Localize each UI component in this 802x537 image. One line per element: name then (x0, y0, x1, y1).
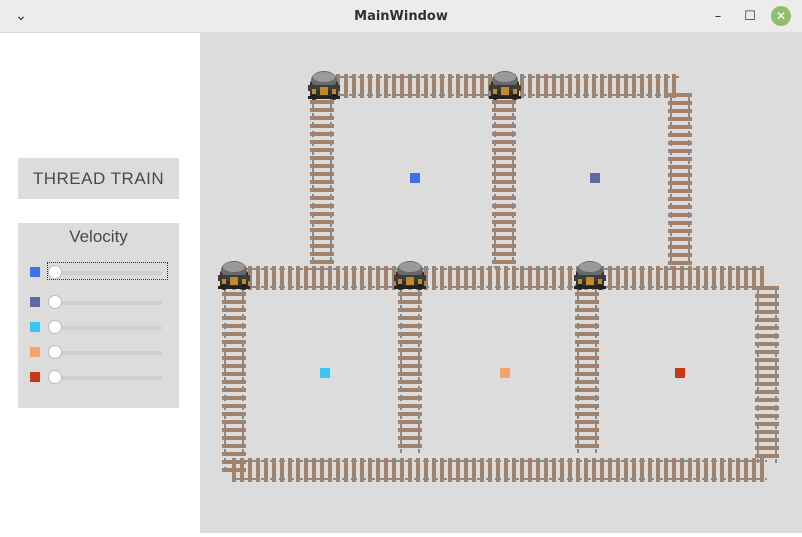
railway-map (218, 71, 779, 482)
track-canvas (200, 33, 802, 533)
chevron-down-icon[interactable]: ⌄ (10, 6, 32, 26)
minimize-icon[interactable]: – (707, 6, 729, 26)
rail-segment (755, 286, 779, 463)
maximize-icon[interactable]: ☐ (739, 6, 761, 26)
train-color-swatch (30, 267, 40, 277)
train-color-swatch (30, 372, 40, 382)
control-panel: THREAD TRAIN Velocity (0, 33, 200, 533)
velocity-slider[interactable] (48, 351, 162, 355)
train-icon (574, 261, 606, 290)
train-marker-square (590, 173, 600, 183)
velocity-label: Velocity (69, 227, 128, 246)
rail-segment (575, 276, 599, 453)
velocity-slider[interactable] (48, 376, 162, 380)
train-color-swatch (30, 322, 40, 332)
slider-handle[interactable] (48, 320, 62, 334)
close-icon[interactable]: ✕ (771, 6, 791, 26)
rail-segment (310, 84, 334, 268)
velocity-slider[interactable] (48, 301, 162, 305)
velocity-slider-row (18, 318, 179, 336)
rail-segment (222, 276, 246, 472)
window-title: MainWindow (354, 9, 448, 24)
velocity-slider[interactable] (48, 326, 162, 330)
velocity-slider-row (18, 262, 179, 281)
train-icon (489, 71, 521, 100)
rail-segment (398, 276, 422, 453)
train-color-swatch (30, 347, 40, 357)
slider-handle[interactable] (48, 295, 62, 309)
train-marker-square (410, 173, 420, 183)
thread-train-button[interactable]: THREAD TRAIN (18, 158, 179, 199)
slider-handle[interactable] (48, 345, 62, 359)
train-icon (308, 71, 340, 100)
window-titlebar: ⌄ MainWindow – ☐ ✕ (0, 0, 802, 33)
train-marker-square (675, 368, 685, 378)
slider-handle[interactable] (48, 370, 62, 384)
rail-segment (492, 84, 516, 268)
rail-segment (668, 93, 692, 268)
train-marker-square (320, 368, 330, 378)
train-marker-square (500, 368, 510, 378)
train-icon (218, 261, 250, 290)
velocity-slider-row (18, 368, 179, 386)
rail-segment (232, 458, 767, 482)
focus-outline (47, 262, 168, 280)
train-color-swatch (30, 297, 40, 307)
velocity-slider-row (18, 343, 179, 361)
velocity-slider-row (18, 293, 179, 311)
velocity-panel: Velocity (18, 223, 179, 408)
train-icon (394, 261, 426, 290)
rail-segment (232, 266, 765, 290)
